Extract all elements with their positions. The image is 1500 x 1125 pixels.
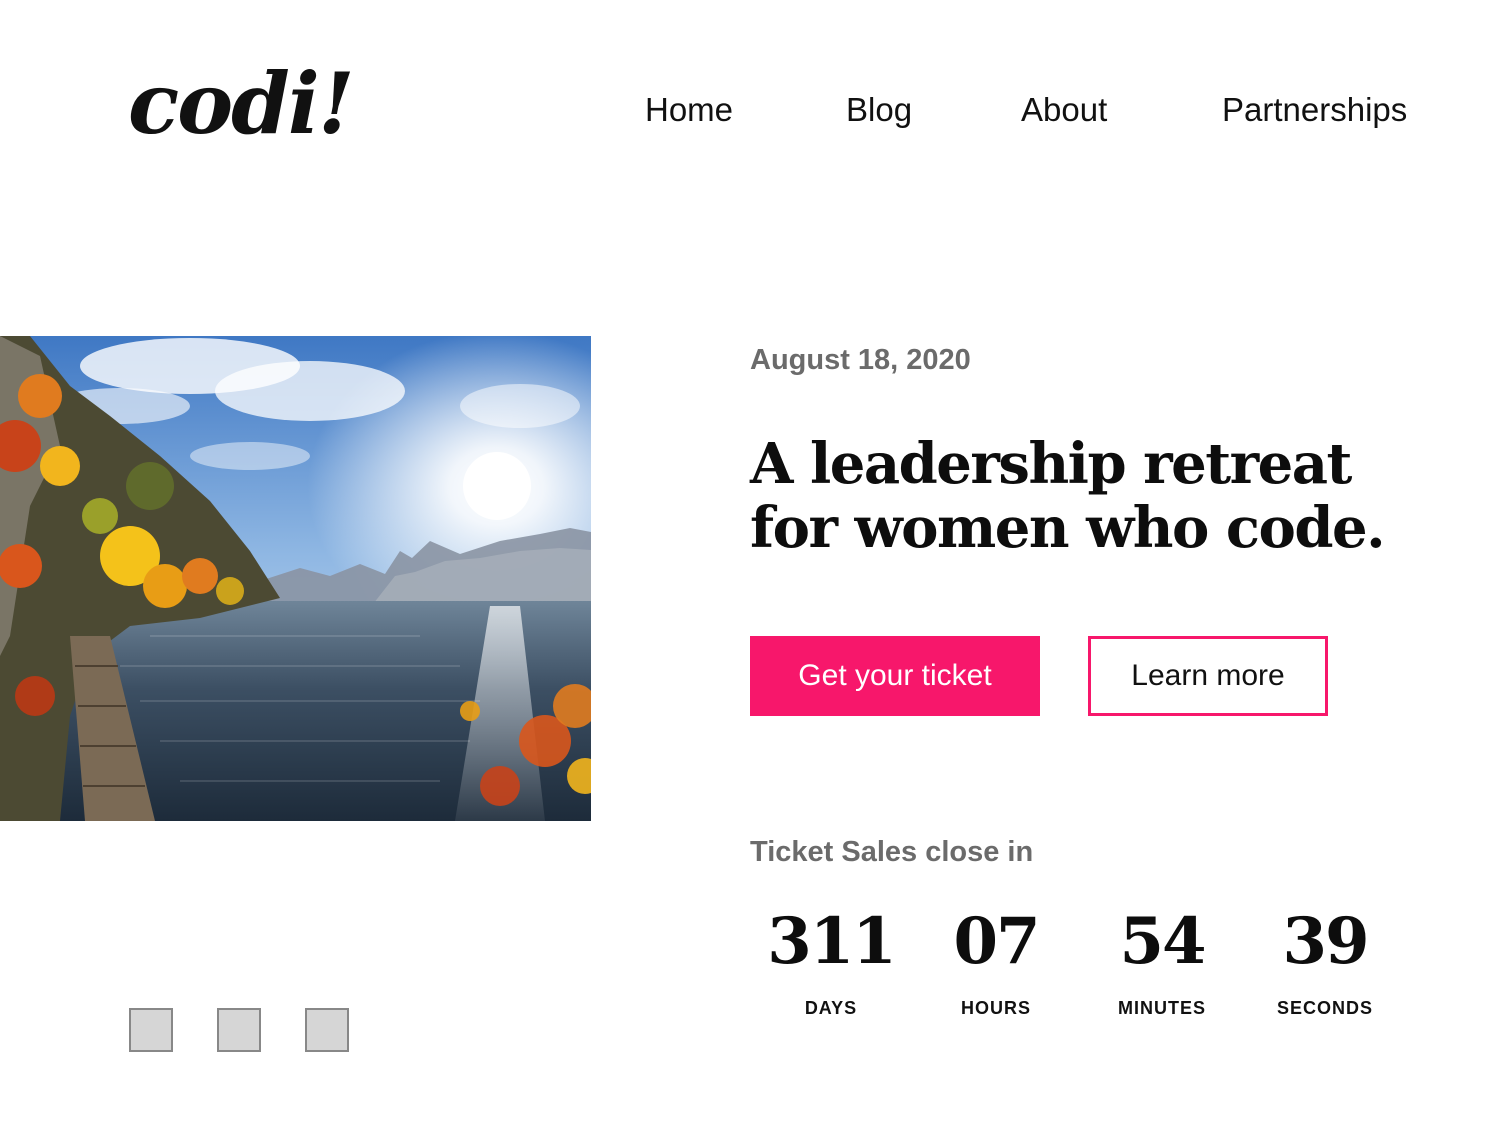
nav-blog[interactable]: Blog (846, 88, 912, 132)
get-ticket-button[interactable]: Get your ticket (750, 636, 1040, 716)
countdown-unit-label: MINUTES (1118, 998, 1206, 1018)
event-date: August 18, 2020 (750, 344, 971, 376)
landscape-illustration (0, 336, 591, 821)
countdown-value: 311 (767, 904, 897, 979)
nav-about[interactable]: About (1021, 88, 1107, 132)
countdown-unit-label: SECONDS (1276, 998, 1373, 1018)
learn-more-button[interactable]: Learn more (1088, 636, 1328, 716)
carousel-dot-2[interactable] (217, 1008, 261, 1052)
countdown-value: 07 (953, 904, 1040, 979)
countdown-unit-label: DAYS (804, 998, 858, 1018)
countdown-value: 39 (1282, 904, 1369, 979)
nav-partnerships[interactable]: Partnerships (1222, 88, 1407, 132)
page-title: A leadership retreat for women who code. (750, 431, 1386, 561)
carousel-dot-1[interactable] (129, 1008, 173, 1052)
logo[interactable]: codi! (128, 62, 355, 146)
countdown-label: Ticket Sales close in (750, 836, 1034, 868)
hero-image (0, 336, 591, 821)
carousel-dot-3[interactable] (305, 1008, 349, 1052)
countdown-value: 54 (1119, 904, 1206, 979)
countdown-unit-label: HOURS (960, 998, 1031, 1018)
countdown-seconds: 39 SECONDS (1250, 900, 1400, 1019)
countdown-hours: 07 HOURS (921, 900, 1071, 1019)
countdown-minutes: 54 MINUTES (1087, 900, 1237, 1019)
nav-home[interactable]: Home (645, 88, 733, 132)
countdown-days: 311 DAYS (756, 900, 906, 1019)
